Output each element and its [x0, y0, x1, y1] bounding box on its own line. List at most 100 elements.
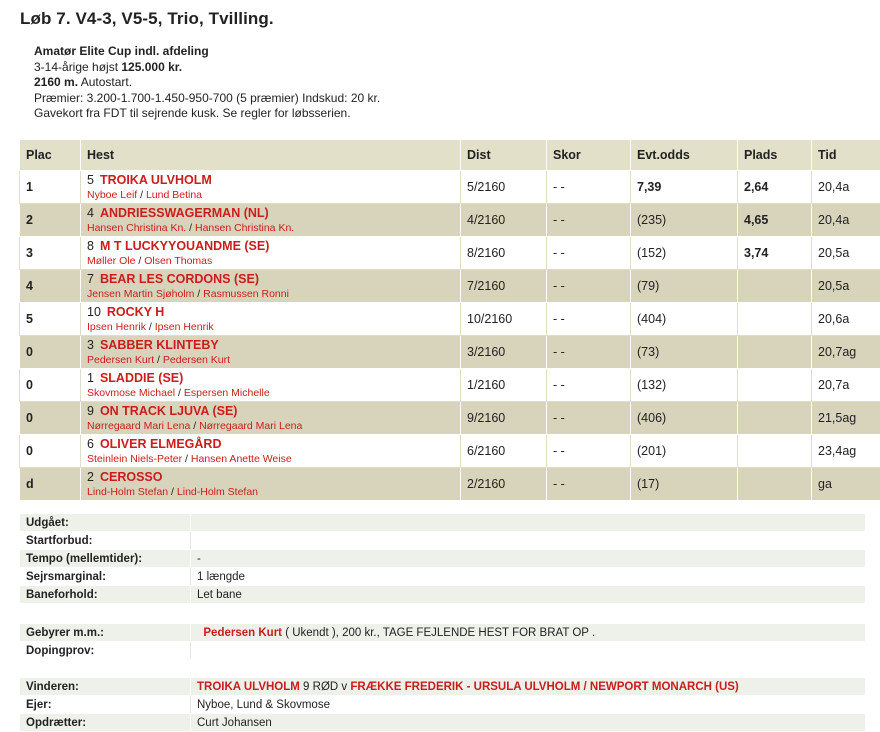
start-number: 2 [87, 470, 94, 484]
skor: - - [547, 204, 631, 237]
horse-name-link[interactable]: CEROSSO [100, 470, 163, 484]
distance: 5/2160 [461, 171, 547, 204]
horse-name-link[interactable]: SABBER KLINTEBY [100, 338, 219, 352]
placement: d [20, 468, 81, 501]
start-number: 10 [87, 305, 101, 319]
driver-link[interactable]: Nyboe Leif [87, 189, 137, 201]
odds: (79) [631, 270, 738, 303]
odds: (152) [631, 237, 738, 270]
skor: - - [547, 270, 631, 303]
skor: - - [547, 336, 631, 369]
time: 20,5a [812, 237, 880, 270]
horse-name-link[interactable]: ROCKY H [107, 305, 164, 319]
winner-table: Vinderen: TROIKA ULVHOLM 9 RØD v FRÆKKE … [19, 677, 866, 732]
meta-row-tempo: Tempo (mellemtider):- [20, 550, 866, 568]
driver-link[interactable]: Nørregaard Mari Lena [87, 420, 190, 432]
winner-row-opdraetter: Opdrætter:Curt Johansen [20, 714, 866, 732]
driver-link[interactable]: Jensen Martin Sjøholm [87, 288, 194, 300]
placement: 5 [20, 303, 81, 336]
driver-link[interactable]: Steinlein Niels-Peter [87, 453, 182, 465]
skor: - - [547, 237, 631, 270]
start-number: 9 [87, 404, 94, 418]
horse-name-link[interactable]: M T LUCKYYOUANDME (SE) [100, 239, 269, 253]
start-number: 6 [87, 437, 94, 451]
race-note: Gavekort fra FDT til sejrende kusk. Se r… [34, 106, 380, 122]
place-odds [738, 270, 812, 303]
trainer-link[interactable]: Olsen Thomas [144, 255, 212, 267]
horse-cell: 8M T LUCKYYOUANDME (SE)Møller Ole / Olse… [81, 237, 461, 270]
fee-driver-link[interactable]: Pedersen Kurt [203, 627, 282, 639]
time: 20,7ag [812, 336, 880, 369]
trainer-link[interactable]: Pedersen Kurt [163, 354, 230, 366]
driver-link[interactable]: Hansen Christina Kn. [87, 222, 186, 234]
time: 20,4a [812, 204, 880, 237]
distance: 6/2160 [461, 435, 547, 468]
horse-name-link[interactable]: ON TRACK LJUVA (SE) [100, 404, 238, 418]
results-header: Plac Hest Dist Skor Evt.odds Plads Tid [20, 140, 880, 171]
placement: 2 [20, 204, 81, 237]
start-number: 5 [87, 173, 94, 187]
trainer-link[interactable]: Lund Betina [146, 189, 202, 201]
place-odds: 4,65 [738, 204, 812, 237]
fees-row-gebyr: Gebyrer m.m.: Pedersen Kurt ( Ukendt ), … [20, 624, 866, 642]
col-dist: Dist [461, 140, 547, 171]
driver-link[interactable]: Lind-Holm Stefan [87, 486, 168, 498]
time: 20,7a [812, 369, 880, 402]
horse-cell: 9 ON TRACK LJUVA (SE) Nørregaard Mari Lena… [81, 402, 461, 435]
trainer-link[interactable]: Nørregaard Mari Lena [199, 420, 302, 432]
odds: 7,39 [631, 171, 738, 204]
trainer-link[interactable]: Espersen Michelle [184, 387, 270, 399]
driver-link[interactable]: Ipsen Henrik [87, 321, 146, 333]
trainer-link[interactable]: Ipsen Henrik [155, 321, 214, 333]
distance: 1/2160 [461, 369, 547, 402]
trainer-link[interactable]: Rasmussen Ronni [203, 288, 289, 300]
start-number: 1 [87, 371, 94, 385]
place-odds [738, 435, 812, 468]
start-number: 4 [87, 206, 94, 220]
horse-cell: 10ROCKY HIpsen Henrik / Ipsen Henrik [81, 303, 461, 336]
placement: 1 [20, 171, 81, 204]
skor: - - [547, 402, 631, 435]
result-row: 09 ON TRACK LJUVA (SE) Nørregaard Mari Len… [20, 402, 880, 435]
driver-link[interactable]: Pedersen Kurt [87, 354, 154, 366]
trainer-link[interactable]: Hansen Anette Weise [191, 453, 292, 465]
place-odds [738, 402, 812, 435]
horse-name-link[interactable]: ANDRIESSWAGERMAN (NL) [100, 206, 269, 220]
distance: 4/2160 [461, 204, 547, 237]
odds: (73) [631, 336, 738, 369]
col-tid: Tid [812, 140, 880, 171]
odds: (235) [631, 204, 738, 237]
meta-row-udgaet: Udgået: [20, 514, 866, 532]
col-plac: Plac [20, 140, 81, 171]
race-distance: 2160 m. Autostart. [34, 75, 380, 91]
odds: (404) [631, 303, 738, 336]
col-skor: Skor [547, 140, 631, 171]
distance: 9/2160 [461, 402, 547, 435]
horse-name-link[interactable]: SLADDIE (SE) [100, 371, 183, 385]
place-odds [738, 336, 812, 369]
horse-cell: 5TROIKA ULVHOLMNyboe Leif / Lund Betina [81, 171, 461, 204]
winner-row-ejer: Ejer:Nyboe, Lund & Skovmose [20, 696, 866, 714]
horse-name-link[interactable]: OLIVER ELMEGÅRD [100, 437, 222, 451]
skor: - - [547, 435, 631, 468]
driver-link[interactable]: Møller Ole [87, 255, 135, 267]
winner-pedigree-link[interactable]: FRÆKKE FREDERIK - URSULA ULVHOLM / NEWPO… [350, 681, 738, 693]
odds: (17) [631, 468, 738, 501]
result-row: 47BEAR LES CORDONS (SE)Jensen Martin Sjø… [20, 270, 880, 303]
horse-name-link[interactable]: BEAR LES CORDONS (SE) [100, 272, 259, 286]
skor: - - [547, 303, 631, 336]
meta-row-startforbud: Startforbud: [20, 532, 866, 550]
driver-link[interactable]: Skovmose Michael [87, 387, 175, 399]
placement: 0 [20, 402, 81, 435]
winner-row-vinderen: Vinderen: TROIKA ULVHOLM 9 RØD v FRÆKKE … [20, 678, 866, 696]
meta-row-sejrsmarginal: Sejrsmarginal:1 længde [20, 568, 866, 586]
winner-horse-link[interactable]: TROIKA ULVHOLM [197, 681, 300, 693]
trainer-link[interactable]: Hansen Christina Kn. [195, 222, 294, 234]
horse-name-link[interactable]: TROIKA ULVHOLM [100, 173, 212, 187]
start-number: 3 [87, 338, 94, 352]
skor: - - [547, 171, 631, 204]
place-odds [738, 468, 812, 501]
result-row: 38M T LUCKYYOUANDME (SE)Møller Ole / Ols… [20, 237, 880, 270]
trainer-link[interactable]: Lind-Holm Stefan [177, 486, 258, 498]
time: 20,6a [812, 303, 880, 336]
